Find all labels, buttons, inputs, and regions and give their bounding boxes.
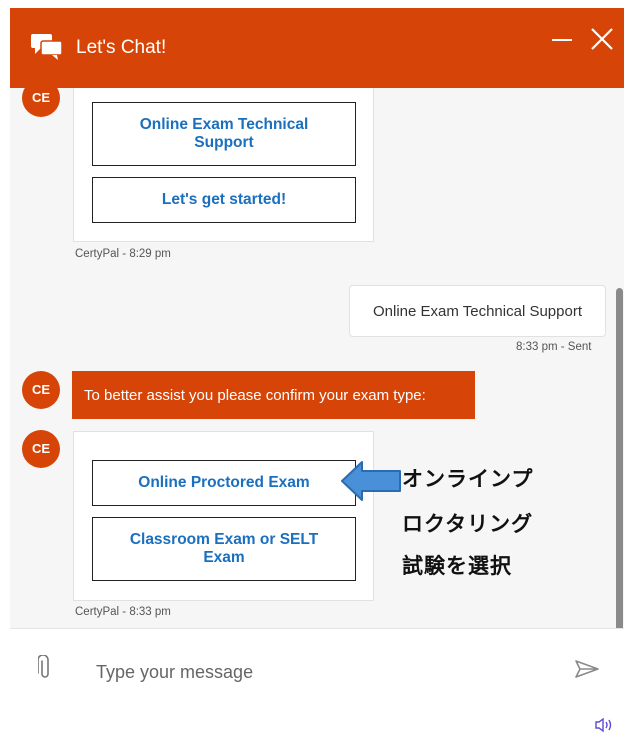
lets-get-started-button[interactable]: Let's get started!: [92, 177, 356, 223]
close-button[interactable]: [588, 24, 616, 54]
scrollbar[interactable]: [616, 288, 623, 628]
message-list[interactable]: CE Online Exam Technical Support Let's g…: [10, 88, 624, 628]
bot-message: To better assist you please confirm your…: [72, 371, 475, 419]
message-meta: CertyPal - 8:29 pm: [75, 248, 171, 260]
online-exam-technical-support-button[interactable]: Online Exam Technical Support: [92, 102, 356, 166]
message-input[interactable]: [94, 659, 548, 685]
chat-widget: Let's Chat! CE Online Exam Technical Sup…: [10, 8, 624, 745]
send-icon[interactable]: [574, 659, 600, 679]
avatar: CE: [22, 88, 60, 117]
options-card: Online Proctored Exam Classroom Exam or …: [73, 431, 374, 601]
paperclip-icon[interactable]: [38, 655, 52, 681]
sound-icon[interactable]: [594, 717, 614, 733]
chat-bubbles-icon: [31, 34, 63, 60]
message-composer: [10, 628, 624, 745]
chat-title: Let's Chat!: [76, 37, 167, 58]
annotation-arrow-icon: [341, 461, 401, 501]
options-card: Online Exam Technical Support Let's get …: [73, 88, 374, 242]
classroom-exam-or-selt-exam-button[interactable]: Classroom Exam or SELT Exam: [92, 517, 356, 581]
annotation-line: 試験を選択: [402, 554, 512, 578]
message-meta: CertyPal - 8:33 pm: [75, 606, 171, 618]
online-proctored-exam-button[interactable]: Online Proctored Exam: [92, 460, 356, 506]
avatar: CE: [22, 371, 60, 409]
chat-header: Let's Chat!: [10, 8, 624, 88]
annotation-line: オンラインプ: [402, 467, 534, 491]
annotation-line: ロクタリング: [402, 512, 534, 536]
avatar: CE: [22, 430, 60, 468]
user-message: Online Exam Technical Support: [349, 285, 606, 337]
message-status: 8:33 pm - Sent: [516, 341, 592, 353]
minimize-button[interactable]: [550, 24, 574, 54]
